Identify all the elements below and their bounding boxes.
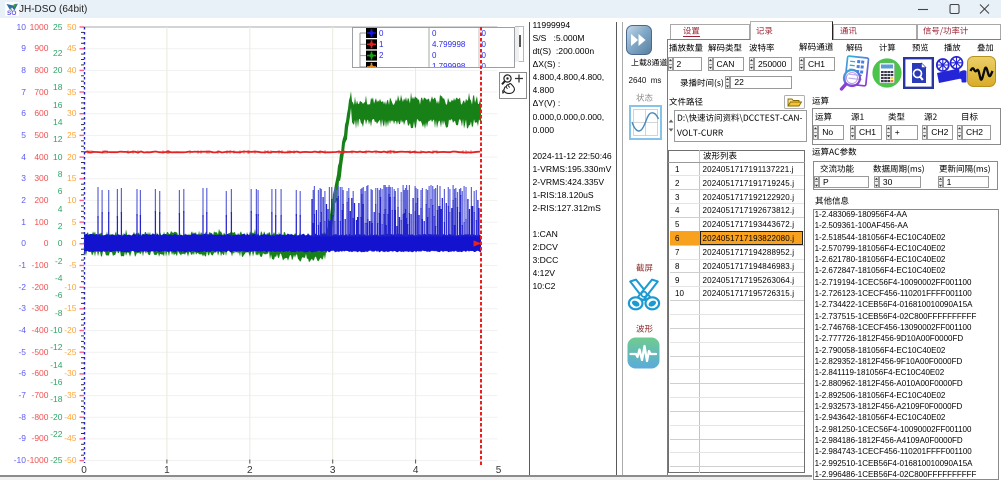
- svg-text:SO: SO: [7, 10, 16, 16]
